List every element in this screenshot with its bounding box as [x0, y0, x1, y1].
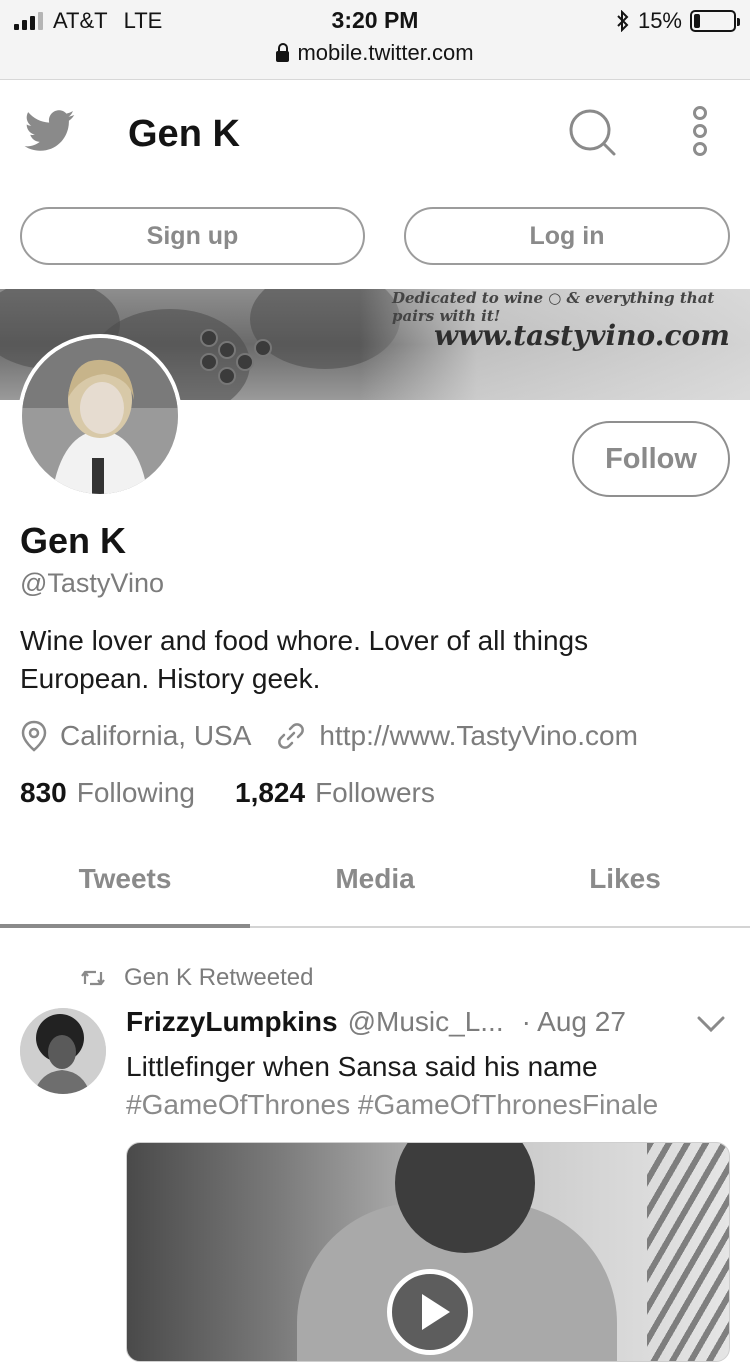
profile-handle: @TastyVino — [20, 568, 164, 598]
tweet-media[interactable] — [126, 1142, 730, 1362]
banner-grape — [200, 329, 218, 347]
battery-fill — [694, 14, 700, 28]
following-stat[interactable]: 830 Following — [20, 777, 195, 809]
app-header: Gen K — [0, 80, 750, 190]
tab-likes[interactable]: Likes — [500, 836, 750, 926]
bluetooth-icon — [617, 10, 629, 32]
status-bar: AT&T LTE 3:20 PM 15% mobile.twitter.com — [0, 0, 750, 80]
signup-button[interactable]: Sign up — [20, 207, 365, 265]
tweet-author-name[interactable]: FrizzyLumpkins — [126, 1006, 338, 1038]
status-right: 15% — [616, 8, 740, 34]
location-pin-icon — [21, 720, 47, 752]
more-options-icon[interactable] — [686, 106, 714, 158]
tweet-author-handle[interactable]: @Music_L... — [348, 1006, 504, 1038]
battery-icon — [690, 10, 740, 32]
tweet-header: FrizzyLumpkins @Music_L... · Aug 27 — [126, 1006, 626, 1038]
search-icon[interactable] — [566, 106, 618, 158]
retweet-icon — [81, 970, 105, 986]
website-item[interactable]: http://www.TastyVino.com — [275, 720, 638, 752]
retweet-indicator: Gen K Retweeted — [80, 964, 313, 992]
location-item: California, USA — [20, 720, 251, 752]
location-text: California, USA — [60, 720, 252, 751]
address-bar[interactable]: mobile.twitter.com — [0, 40, 750, 66]
followers-label: Followers — [315, 777, 435, 808]
chevron-down-icon[interactable] — [696, 1012, 726, 1036]
tweet-date[interactable]: · Aug 27 — [522, 1006, 626, 1038]
banner-grape — [200, 353, 218, 371]
tweet-hashtags[interactable]: #GameOfThrones #GameOfThronesFinale — [126, 1086, 658, 1124]
banner-url: www.tastyvino.com — [434, 319, 730, 352]
tab-media[interactable]: Media — [250, 836, 500, 926]
avatar-photo — [22, 338, 178, 494]
banner-grape — [218, 341, 236, 359]
following-label: Following — [76, 777, 195, 808]
profile-bio: Wine lover and food whore. Lover of all … — [20, 625, 589, 694]
tab-tweets[interactable]: Tweets — [0, 836, 250, 928]
tweet-avatar-photo — [20, 1008, 106, 1094]
profile-name: Gen K — [20, 520, 127, 561]
website-link[interactable]: http://www.TastyVino.com — [319, 720, 638, 752]
followers-stat[interactable]: 1,824 Followers — [235, 777, 435, 809]
battery-percent: 15% — [637, 8, 682, 33]
auth-buttons: Sign up Log in — [0, 207, 750, 267]
banner-grape — [254, 339, 272, 357]
lock-icon — [276, 42, 290, 62]
followers-count: 1,824 — [235, 777, 306, 808]
profile-stats: 830 Following 1,824 Followers — [20, 777, 435, 809]
url-text: mobile.twitter.com — [297, 40, 474, 65]
following-count: 830 — [20, 777, 67, 808]
page-title: Gen K — [128, 113, 240, 155]
profile-tabs: Tweets Media Likes — [0, 836, 750, 928]
banner-grape — [236, 353, 254, 371]
follow-button[interactable]: Follow — [572, 421, 730, 497]
login-button[interactable]: Log in — [404, 207, 730, 265]
tweet-text: Littlefinger when Sansa said his name — [126, 1051, 598, 1082]
tweet-author-avatar[interactable] — [20, 1008, 106, 1094]
banner-grape — [218, 367, 236, 385]
retweet-text: Gen K Retweeted — [124, 964, 314, 991]
profile-meta: California, USA http://www.TastyVino.com — [20, 720, 662, 752]
twitter-bird-icon[interactable] — [24, 110, 76, 152]
media-plant — [647, 1143, 729, 1361]
play-icon[interactable] — [387, 1269, 473, 1355]
profile-avatar[interactable] — [18, 334, 182, 498]
link-icon — [278, 723, 305, 749]
